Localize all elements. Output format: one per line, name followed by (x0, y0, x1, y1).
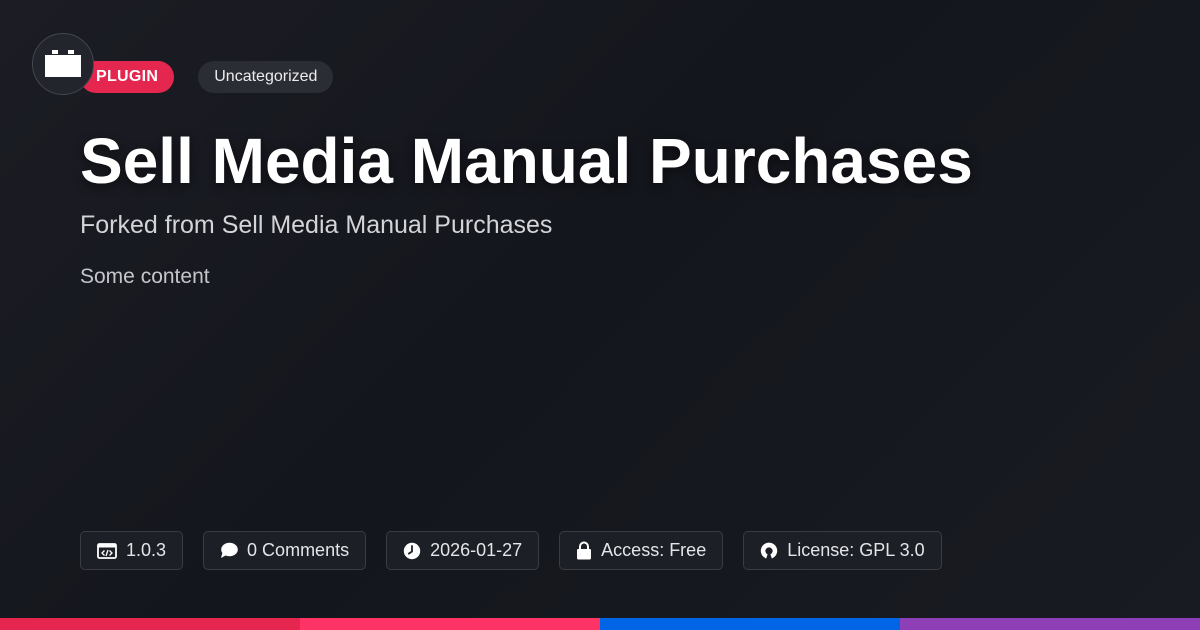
license-value: License: GPL 3.0 (787, 540, 925, 560)
comments-chip[interactable]: 0 Comments (203, 531, 367, 570)
code-window-icon (97, 542, 117, 559)
accent-bar-segment-1 (0, 618, 300, 630)
accent-bar-segment-2 (300, 618, 600, 630)
page-title: Sell Media Manual Purchases (80, 125, 973, 197)
license-chip[interactable]: License: GPL 3.0 (743, 531, 942, 570)
accent-bar-segment-4 (900, 618, 1200, 630)
lock-icon (577, 541, 592, 560)
tag-list: PLUGIN Uncategorized (80, 61, 334, 93)
open-source-icon (761, 542, 778, 558)
access-chip: Access: Free (559, 531, 724, 570)
plugin-block-icon (45, 50, 81, 77)
page-content: Some content (80, 265, 210, 288)
clock-icon (403, 542, 421, 559)
date-chip: 2026-01-27 (386, 531, 540, 570)
access-value: Access: Free (601, 540, 707, 560)
accent-bar-segment-3 (600, 618, 900, 630)
type-tag[interactable]: PLUGIN (80, 61, 175, 93)
accent-bar (0, 618, 1200, 630)
version-chip: 1.0.3 (80, 531, 184, 570)
date-value: 2026-01-27 (430, 540, 523, 560)
speech-bubble-icon (221, 542, 238, 558)
version-value: 1.0.3 (126, 540, 167, 560)
comments-value: 0 Comments (247, 540, 350, 560)
category-tag[interactable]: Uncategorized (198, 61, 334, 93)
plugin-logo (32, 33, 94, 95)
page-subtitle: Forked from Sell Media Manual Purchases (80, 211, 553, 239)
meta-bar: 1.0.3 0 Comments 2026-01-27 Access: Free… (80, 531, 942, 570)
